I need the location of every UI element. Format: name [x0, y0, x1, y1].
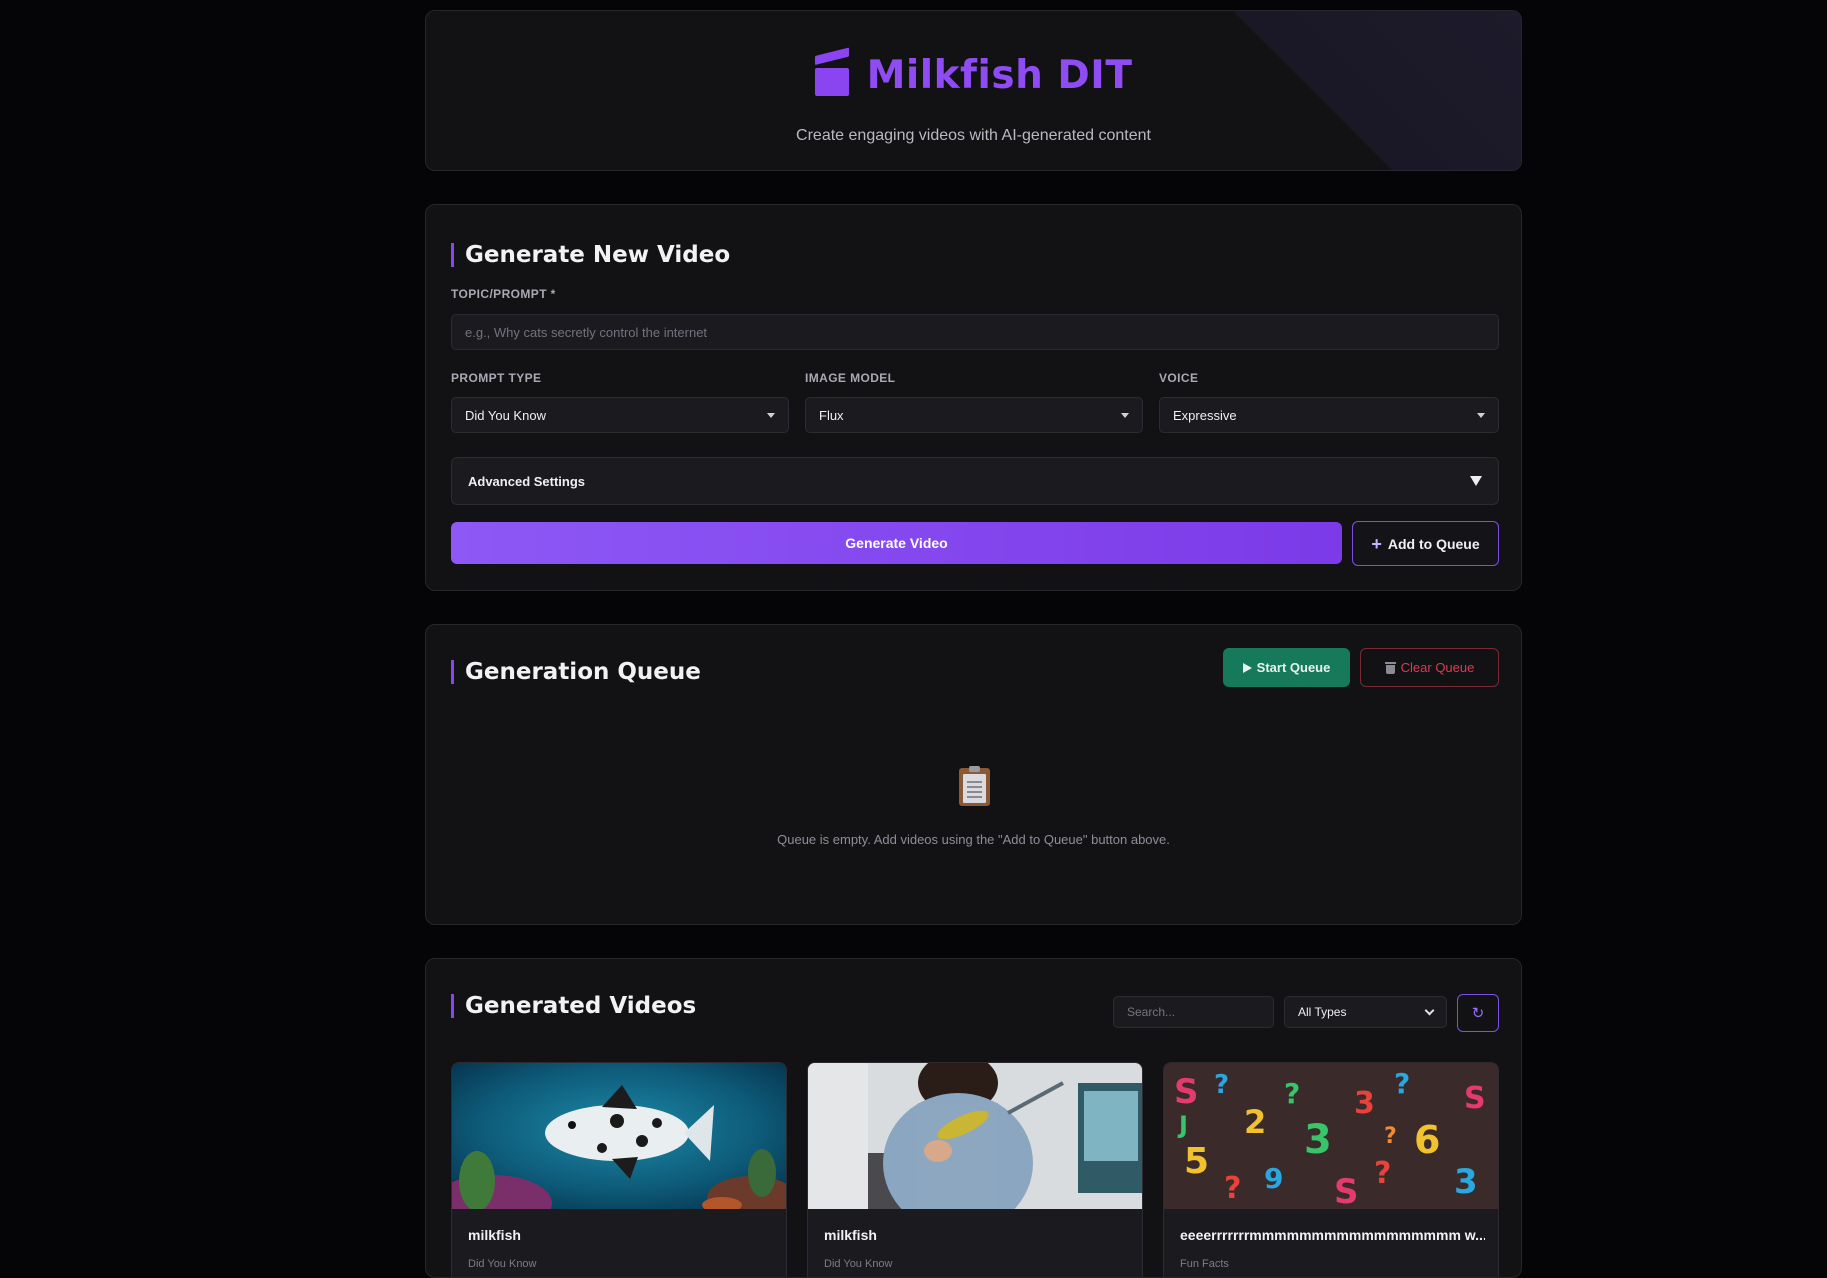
queue-empty-message: Queue is empty. Add videos using the "Ad…: [777, 832, 1170, 847]
voice-value: Expressive: [1173, 407, 1237, 423]
trash-icon: [1384, 661, 1396, 674]
prompt-type-label: PROMPT TYPE: [451, 371, 542, 385]
svg-text:3: 3: [1454, 1162, 1478, 1202]
queue-panel: Generation Queue Start Queue Clear Queue…: [425, 624, 1522, 925]
clear-queue-button[interactable]: Clear Queue: [1360, 648, 1499, 687]
play-icon: [1242, 662, 1252, 673]
video-card[interactable]: milkfish Did You Know: [451, 1062, 787, 1277]
caret-down-icon: [1121, 412, 1129, 418]
image-model-select[interactable]: Flux: [805, 397, 1143, 433]
fish-thumbnail-image: [452, 1063, 786, 1209]
image-model-label: IMAGE MODEL: [805, 371, 896, 385]
app-title: Milkfish DIT: [866, 53, 1133, 98]
svg-text:S: S: [1174, 1072, 1199, 1112]
svg-text:3: 3: [1354, 1086, 1375, 1121]
voice-label: VOICE: [1159, 371, 1199, 385]
svg-text:?: ?: [1374, 1156, 1391, 1191]
video-search-input[interactable]: Search...: [1113, 996, 1274, 1028]
main-container: Milkfish DIT Create engaging videos with…: [425, 10, 1522, 1278]
topic-label: TOPIC/PROMPT *: [451, 287, 556, 301]
svg-text:5: 5: [1184, 1141, 1209, 1182]
voice-select[interactable]: Expressive: [1159, 397, 1499, 433]
caret-down-icon: [767, 412, 775, 418]
videos-section-title: Generated Videos: [451, 994, 696, 1018]
clapperboard-icon: [814, 47, 849, 96]
brand: Milkfish DIT: [426, 47, 1521, 98]
svg-text:9: 9: [1264, 1162, 1283, 1195]
video-title: milkfish: [468, 1227, 521, 1243]
type-filter-select[interactable]: All Types: [1284, 996, 1447, 1028]
clear-queue-label: Clear Queue: [1400, 660, 1475, 675]
add-to-queue-label: Add to Queue: [1387, 535, 1480, 552]
videos-panel: Generated Videos Search... All Types ↻ m…: [425, 958, 1522, 1278]
video-thumbnail[interactable]: S ? 2 ? 3 3 ? 6 S 5 ? 9 S ? 3 J ?: [1164, 1063, 1498, 1209]
add-to-queue-button[interactable]: + Add to Queue: [1352, 521, 1499, 566]
person-thumbnail-image: [808, 1063, 1142, 1209]
topic-input[interactable]: e.g., Why cats secretly control the inte…: [451, 314, 1499, 350]
type-filter-value: All Types: [1298, 1005, 1347, 1019]
svg-text:J: J: [1177, 1111, 1188, 1139]
prompt-type-value: Did You Know: [465, 407, 546, 423]
prompt-type-select[interactable]: Did You Know: [451, 397, 789, 433]
refresh-button[interactable]: ↻: [1457, 994, 1499, 1032]
numbers-thumbnail-image: S ? 2 ? 3 3 ? 6 S 5 ? 9 S ? 3 J ?: [1164, 1063, 1498, 1209]
chevron-down-icon: [1424, 1005, 1435, 1015]
video-card[interactable]: S ? 2 ? 3 3 ? 6 S 5 ? 9 S ? 3 J ? eeeerr…: [1163, 1062, 1499, 1277]
video-type: Did You Know: [468, 1258, 537, 1270]
search-placeholder: Search...: [1127, 1005, 1176, 1019]
video-thumbnail[interactable]: [808, 1063, 1142, 1209]
expand-triangle-icon: [1470, 476, 1482, 486]
svg-text:S: S: [1334, 1172, 1359, 1209]
plus-icon: +: [1371, 533, 1382, 554]
start-queue-label: Start Queue: [1256, 660, 1331, 675]
svg-text:?: ?: [1214, 1070, 1229, 1100]
svg-text:?: ?: [1284, 1077, 1300, 1110]
video-card[interactable]: milkfish Did You Know: [807, 1062, 1143, 1277]
image-model-value: Flux: [819, 407, 844, 423]
svg-text:6: 6: [1414, 1118, 1440, 1162]
clipboard-icon: [959, 766, 990, 806]
svg-text:?: ?: [1394, 1067, 1410, 1100]
video-thumbnail[interactable]: [452, 1063, 786, 1209]
generate-panel: Generate New Video TOPIC/PROMPT * e.g., …: [425, 204, 1522, 591]
generate-section-title: Generate New Video: [451, 243, 730, 267]
svg-text:2: 2: [1244, 1103, 1266, 1141]
app-subtitle: Create engaging videos with AI-generated…: [796, 127, 1151, 144]
advanced-settings-label: Advanced Settings: [468, 473, 586, 489]
video-type: Fun Facts: [1180, 1258, 1229, 1270]
queue-section-title: Generation Queue: [451, 660, 701, 684]
start-queue-button[interactable]: Start Queue: [1223, 648, 1350, 687]
generate-video-button[interactable]: Generate Video: [451, 522, 1342, 564]
advanced-settings-toggle[interactable]: Advanced Settings: [451, 457, 1499, 505]
svg-text:?: ?: [1384, 1124, 1397, 1149]
svg-text:?: ?: [1224, 1171, 1241, 1206]
app-header: Milkfish DIT Create engaging videos with…: [425, 10, 1522, 171]
refresh-icon: ↻: [1471, 1005, 1485, 1022]
video-title: milkfish: [824, 1227, 877, 1243]
svg-text:3: 3: [1304, 1117, 1332, 1163]
video-type: Did You Know: [824, 1258, 893, 1270]
caret-down-icon: [1477, 412, 1485, 418]
video-title: eeeerrrrrrrmmmmmmmmmmmmmmmmm w...: [1180, 1227, 1485, 1243]
svg-text:S: S: [1464, 1081, 1486, 1116]
topic-placeholder: e.g., Why cats secretly control the inte…: [465, 324, 708, 340]
